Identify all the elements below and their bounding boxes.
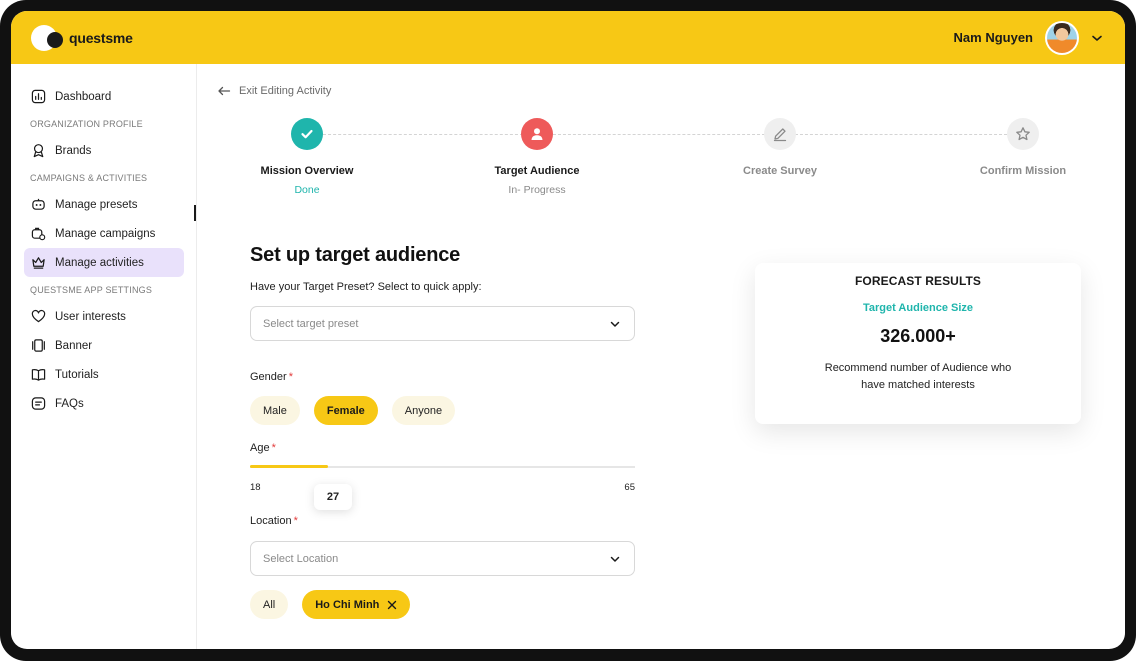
sidebar-item-label: Tutorials: [55, 368, 99, 381]
step-label: Mission Overview: [260, 165, 354, 177]
location-chip-selected[interactable]: Ho Chi Minh: [302, 590, 411, 619]
logo-icon: [31, 24, 65, 51]
robot-icon: [32, 198, 45, 210]
age-value-tooltip[interactable]: 27: [314, 484, 352, 510]
target-preset-select[interactable]: Select target preset: [250, 306, 635, 341]
sidebar-item-label: Dashboard: [55, 90, 112, 103]
sidebar-item-dashboard[interactable]: Dashboard: [24, 82, 184, 111]
dashboard-icon: [31, 89, 46, 104]
faq-icon: [31, 397, 46, 410]
heart-icon: [31, 309, 46, 323]
age-label: Age *: [250, 442, 276, 454]
exit-label: Exit Editing Activity: [239, 85, 332, 97]
forecast-subtitle: Target Audience Size: [862, 302, 974, 314]
progress-stepper: Mission Overview Done Target Audience In…: [238, 118, 1078, 214]
avatar[interactable]: [1045, 20, 1079, 55]
sidebar-item-manage-activities[interactable]: Manage activities: [24, 248, 184, 277]
step-create-survey[interactable]: Create Survey: [715, 118, 845, 177]
sidebar-item-brands[interactable]: Brands: [24, 136, 184, 165]
star-icon: [1007, 118, 1039, 150]
gender-option-male[interactable]: Male: [250, 396, 300, 425]
chevron-down-icon[interactable]: [1091, 32, 1103, 44]
location-option-all[interactable]: All: [250, 590, 289, 619]
badge-icon: [33, 144, 44, 158]
gender-option-anyone[interactable]: Anyone: [391, 396, 456, 425]
main-content: Exit Editing Activity Mission Overview D…: [198, 64, 1125, 649]
step-label: Target Audience: [494, 165, 580, 177]
location-select[interactable]: Select Location: [250, 541, 635, 576]
sidebar-active-marker: [194, 205, 196, 221]
gender-options: Male Female Anyone: [250, 396, 635, 425]
app-screen: questsme Nam Nguyen Dashboard ORGANIZATI…: [11, 11, 1125, 649]
book-icon: [31, 369, 46, 381]
sidebar-item-label: Manage activities: [55, 256, 144, 269]
sidebar-item-faqs[interactable]: FAQs: [24, 389, 184, 418]
sidebar-item-label: FAQs: [55, 397, 84, 410]
sidebar-item-tutorials[interactable]: Tutorials: [24, 360, 184, 389]
gender-label: Gender *: [250, 371, 293, 383]
sidebar-item-user-interests[interactable]: User interests: [24, 302, 184, 331]
chevron-down-icon: [610, 321, 620, 327]
sidebar-item-label: Brands: [55, 144, 92, 157]
age-range: 18 65 27: [250, 468, 635, 510]
step-status: In- Progress: [508, 184, 566, 196]
sidebar-item-label: Manage campaigns: [55, 227, 156, 240]
brand-name: questsme: [69, 29, 133, 46]
exit-editing-link[interactable]: Exit Editing Activity: [217, 84, 331, 98]
step-status: Done: [294, 184, 320, 196]
step-confirm-mission[interactable]: Confirm Mission: [958, 118, 1088, 177]
sidebar-item-manage-campaigns[interactable]: Manage campaigns: [24, 219, 184, 248]
sidebar-section-app: QUESTSME APP SETTINGS: [30, 285, 153, 295]
sidebar-item-label: Manage presets: [55, 198, 138, 211]
step-mission-overview[interactable]: Mission Overview Done: [242, 118, 372, 196]
brand-logo[interactable]: questsme: [31, 24, 133, 51]
sidebar-item-manage-presets[interactable]: Manage presets: [24, 190, 184, 219]
location-chip-label: Ho Chi Minh: [315, 598, 380, 611]
chevron-down-icon: [610, 556, 620, 562]
target-audience-form: Set up target audience Have your Target …: [250, 244, 635, 619]
arrow-left-icon: [218, 86, 231, 96]
sidebar-item-label: Banner: [55, 339, 93, 352]
top-bar: questsme Nam Nguyen: [11, 11, 1125, 64]
select-placeholder: Select target preset: [263, 317, 359, 330]
sidebar-section-org: ORGANIZATION PROFILE: [30, 119, 143, 129]
user-name: Nam Nguyen: [953, 30, 1033, 45]
device-frame: questsme Nam Nguyen Dashboard ORGANIZATI…: [0, 0, 1136, 661]
location-chips: All Ho Chi Minh: [250, 590, 635, 619]
forecast-title: FORECAST RESULTS: [854, 274, 982, 288]
step-label: Confirm Mission: [979, 165, 1067, 177]
close-icon[interactable]: [387, 600, 397, 610]
user-menu[interactable]: Nam Nguyen: [953, 20, 1103, 55]
user-icon: [521, 118, 553, 150]
sidebar-section-campaigns: CAMPAIGNS & ACTIVITIES: [30, 173, 148, 183]
page-title: Set up target audience: [250, 244, 461, 266]
preset-hint: Have your Target Preset? Select to quick…: [250, 281, 482, 293]
banner-icon: [32, 339, 45, 352]
age-min: 18: [250, 482, 261, 493]
step-target-audience[interactable]: Target Audience In- Progress: [472, 118, 602, 196]
select-placeholder: Select Location: [263, 552, 339, 565]
gender-option-female[interactable]: Female: [313, 396, 378, 425]
age-max: 65: [624, 482, 635, 493]
audience-size-value: 326.000+: [880, 326, 956, 346]
step-label: Create Survey: [743, 165, 817, 177]
sidebar-item-label: User interests: [55, 310, 126, 323]
forecast-results-card: FORECAST RESULTS Target Audience Size 32…: [755, 263, 1081, 424]
sidebar-item-banner[interactable]: Banner: [24, 331, 184, 360]
location-label: Location *: [250, 515, 298, 527]
crown-icon: [32, 257, 45, 269]
pencil-icon: [764, 118, 796, 150]
check-badge-icon: [291, 118, 323, 150]
forecast-description: Recommend number of Audience who have ma…: [824, 362, 1012, 391]
sidebar: Dashboard ORGANIZATION PROFILE Brands CA…: [11, 64, 197, 649]
campaign-icon: [31, 227, 46, 241]
